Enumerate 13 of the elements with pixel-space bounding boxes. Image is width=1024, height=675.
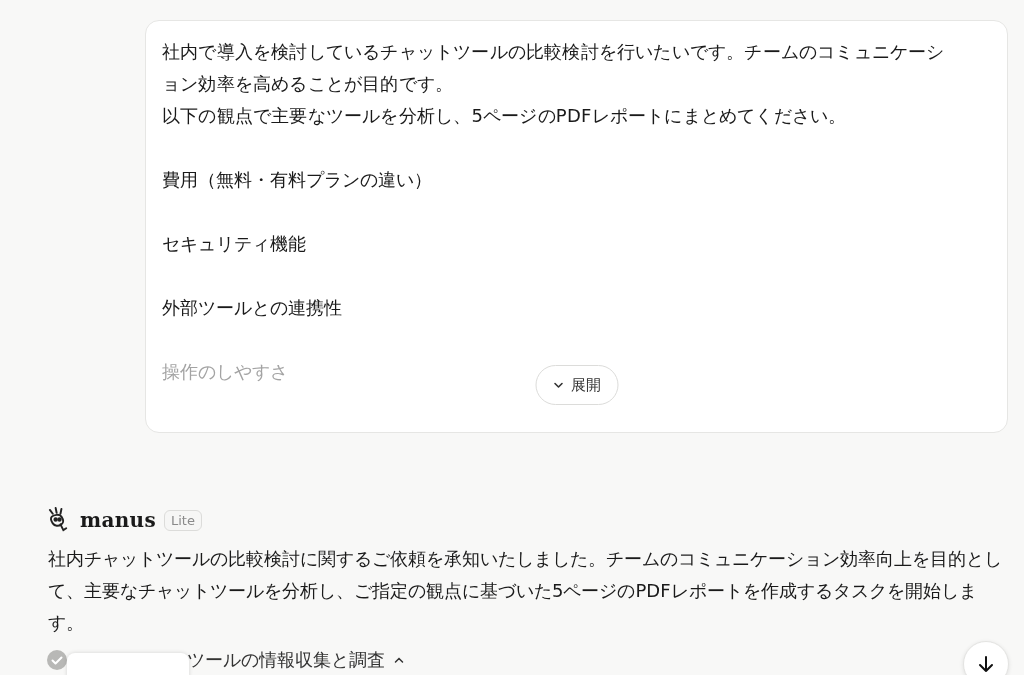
message-text: 以下の観点で主要なツールを分析し、5ページのPDFレポートにまとめてください。 [162,104,848,128]
message-text: 操作のしやすさ [162,360,288,384]
message-text: セキュリティ機能 [162,232,306,256]
expand-button[interactable]: 展開 [535,365,618,405]
scroll-down-button[interactable] [963,641,1009,675]
task-step-toggle[interactable]: ツールの情報収集と調査 [187,648,405,672]
plan-badge: Lite [163,509,202,531]
assistant-name: manus [80,508,156,532]
message-text: 外部ツールとの連携性 [162,296,342,320]
reply-text: 社内チャットツールの比較検討に関するご依頼を承知いたしました。チームのコミュニケーション効率向上を目的として、主要なチャットツールを分析し、ご指定の観点に基づいた5ページのPDFレポートを作成するタスクを開始します。 [48,547,1003,635]
message-text: 費用（無料・有料プランの違い） [162,168,432,192]
message-text: 社内で導入を検討しているチャットツールの比較検討を行いたいです。チームのコミュニケーション効率を高めることが目的です。 [162,40,946,96]
arrow-down-icon [976,654,996,674]
